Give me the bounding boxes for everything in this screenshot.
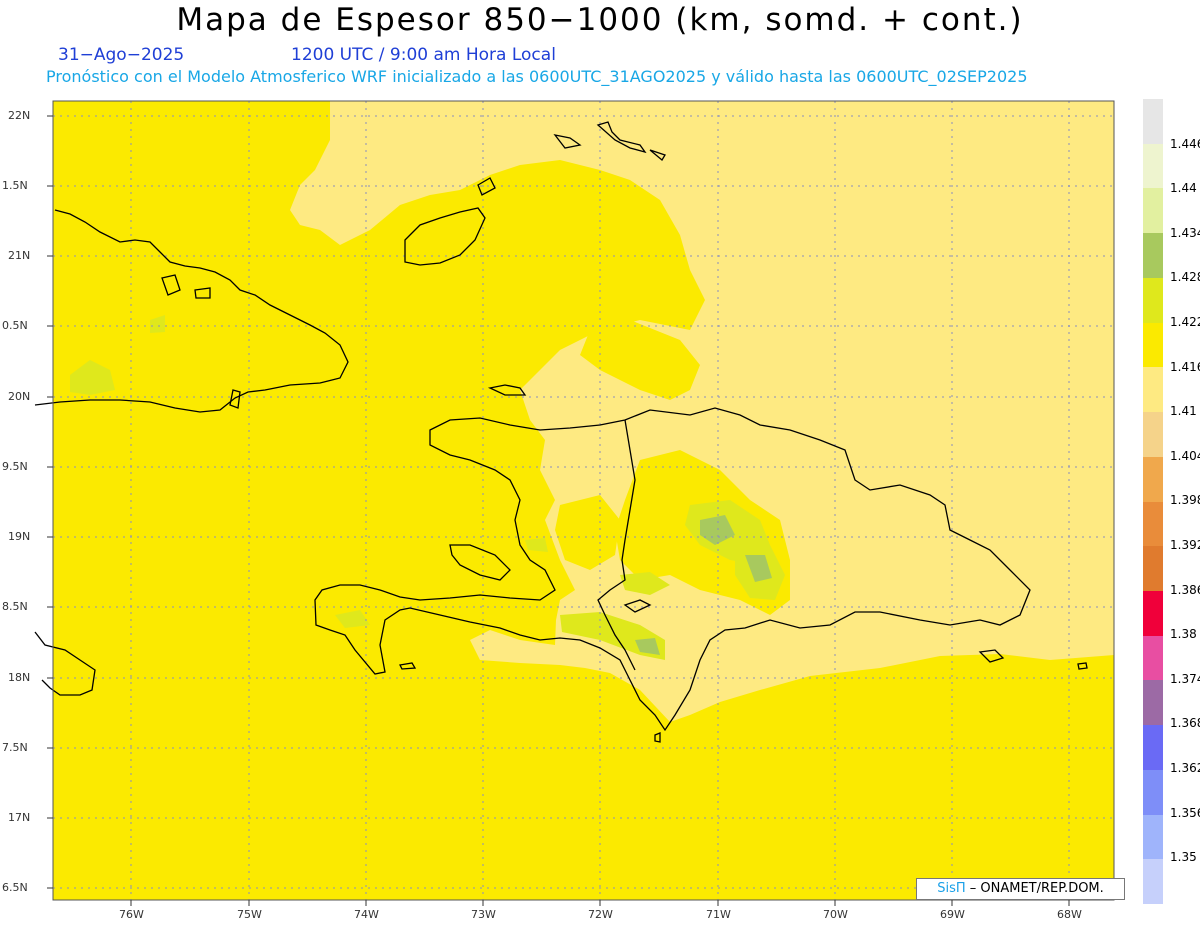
colorbar-label: 1.362: [1170, 761, 1200, 775]
colorbar-segment: [1143, 635, 1163, 681]
colorbar-segment: [1143, 501, 1163, 547]
colorbar-segment: [1143, 725, 1163, 771]
lat-label: 17N: [8, 811, 31, 824]
colorbar-label: 1.398: [1170, 493, 1200, 507]
colorbar-segment: [1143, 769, 1163, 815]
colorbar-label: 1.428: [1170, 270, 1200, 284]
colorbar-label: 1.416: [1170, 360, 1200, 374]
colorbar-label: 1.392: [1170, 538, 1200, 552]
colorbar-segment: [1143, 456, 1163, 502]
colorbar-label: 1.404: [1170, 449, 1200, 463]
colorbar-label: 1.374: [1170, 672, 1200, 686]
lat-label: 0.5N: [2, 319, 28, 332]
colorbar-label: 1.386: [1170, 583, 1200, 597]
lat-label: 21N: [8, 249, 31, 262]
lat-label: 9.5N: [2, 460, 28, 473]
lon-label: 69W: [940, 908, 965, 921]
credit-box: SisΠ – ONAMET/REP.DOM.: [916, 878, 1125, 900]
lon-label: 73W: [471, 908, 496, 921]
thickness-patch-green: [525, 538, 548, 552]
lon-label: 70W: [823, 908, 848, 921]
colorbar-segment: [1143, 367, 1163, 413]
lat-label: 8.5N: [2, 600, 28, 613]
lon-label: 71W: [706, 908, 731, 921]
colorbar-label: 1.422: [1170, 315, 1200, 329]
colorbar-segment: [1143, 680, 1163, 726]
lat-label: 6.5N: [2, 881, 28, 894]
colorbar: [1143, 99, 1163, 905]
credit-brand: SisΠ: [937, 881, 966, 896]
colorbar-label: 1.368: [1170, 716, 1200, 730]
colorbar-label: 1.446: [1170, 137, 1200, 151]
lat-label: 20N: [8, 390, 31, 403]
colorbar-segment: [1143, 814, 1163, 860]
colorbar-segment: [1143, 188, 1163, 234]
colorbar-label: 1.356: [1170, 806, 1200, 820]
colorbar-segment: [1143, 590, 1163, 636]
lon-label: 76W: [119, 908, 144, 921]
credit-org: – ONAMET/REP.DOM.: [969, 881, 1104, 896]
colorbar-segment: [1143, 233, 1163, 279]
colorbar-segment: [1143, 859, 1163, 905]
lat-label: 7.5N: [2, 741, 28, 754]
colorbar-label: 1.41: [1170, 404, 1197, 418]
colorbar-segment: [1143, 546, 1163, 592]
colorbar-label: 1.38: [1170, 627, 1197, 641]
lon-label: 75W: [237, 908, 262, 921]
colorbar-segment: [1143, 277, 1163, 323]
lat-label: 22N: [8, 109, 31, 122]
lat-label: 1.5N: [2, 179, 28, 192]
colorbar-label: 1.44: [1170, 181, 1197, 195]
colorbar-label: 1.35: [1170, 850, 1197, 864]
colorbar-segment: [1143, 99, 1163, 144]
colorbar-segment: [1143, 143, 1163, 189]
colorbar-segment: [1143, 322, 1163, 368]
lon-label: 72W: [588, 908, 613, 921]
lat-ticks: [47, 115, 53, 889]
lat-label: 19N: [8, 530, 31, 543]
lon-label: 68W: [1057, 908, 1082, 921]
colorbar-segment: [1143, 412, 1163, 458]
colorbar-label: 1.434: [1170, 226, 1200, 240]
lon-label: 74W: [354, 908, 379, 921]
lon-ticks: [130, 900, 1070, 906]
thickness-map: [34, 100, 1115, 906]
lat-label: 18N: [8, 671, 31, 684]
